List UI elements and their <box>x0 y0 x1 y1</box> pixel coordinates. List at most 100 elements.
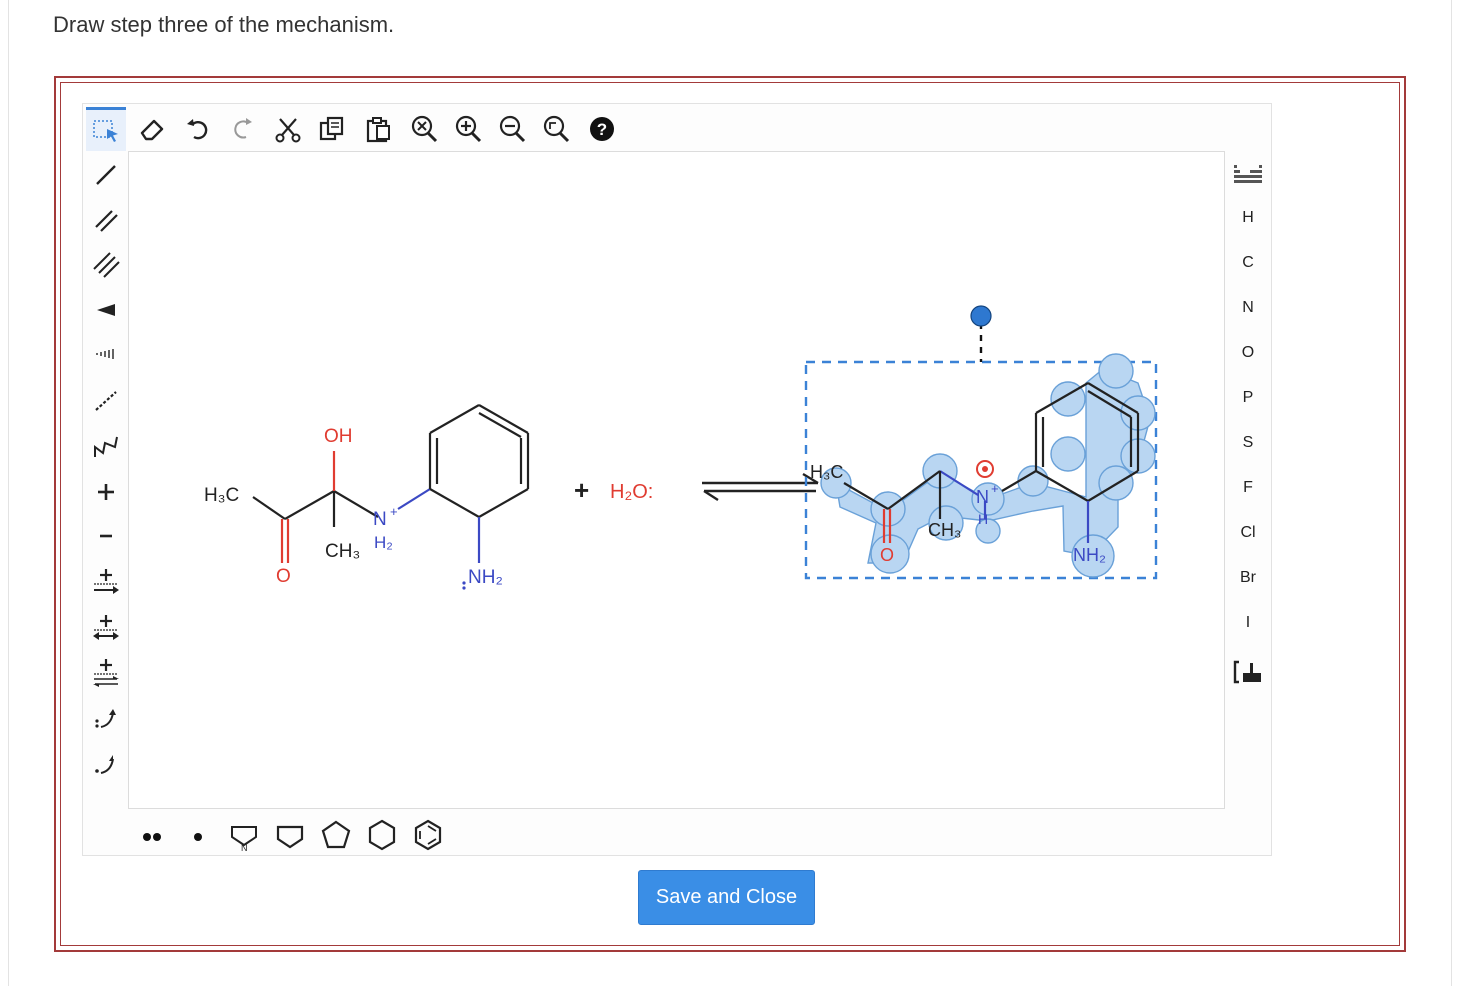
rotation-handle[interactable] <box>970 305 992 327</box>
copy-button[interactable] <box>312 107 352 151</box>
charge-marker-dot <box>982 466 988 472</box>
hash-bond-icon <box>96 349 114 359</box>
right-ch3-label: CH₃ <box>928 520 961 540</box>
right-h3c-label: H₃C <box>810 462 843 482</box>
triple-bond-tool[interactable] <box>84 244 128 284</box>
cut-button[interactable] <box>268 107 308 151</box>
save-and-close-button[interactable]: Save and Close <box>638 870 815 925</box>
zoom-reset-button[interactable] <box>404 107 444 151</box>
element-cl-button[interactable]: Cl <box>1226 513 1270 553</box>
double-bond-tool[interactable] <box>84 200 128 240</box>
positive-charge-icon <box>98 484 114 500</box>
cyclobutane-tool[interactable] <box>270 814 310 856</box>
zoom-fit-button[interactable] <box>536 107 576 151</box>
redo-button[interactable] <box>222 107 262 151</box>
equilibrium-arrow-icon <box>93 659 119 687</box>
hash-bond-tool[interactable] <box>84 334 128 374</box>
help-button[interactable]: ? <box>582 107 622 151</box>
wedge-bond-icon <box>97 304 115 316</box>
equilibrium-arrow <box>702 472 819 502</box>
zoom-in-button[interactable] <box>448 107 488 151</box>
left-n-plus-label: N <box>373 509 387 530</box>
bracket-icon <box>1233 660 1261 684</box>
radical-tool[interactable] <box>178 814 218 856</box>
element-o-button[interactable]: O <box>1226 333 1270 373</box>
benzene-tool[interactable] <box>408 814 448 856</box>
periodic-table-button[interactable] <box>1226 154 1270 194</box>
electron-pair-arrow-icon <box>95 709 116 728</box>
radical-icon <box>194 833 202 841</box>
dashed-bond-icon <box>95 391 117 411</box>
dashed-bond-tool[interactable] <box>84 380 128 420</box>
reaction-arrow-tool[interactable] <box>84 562 128 602</box>
lone-pair-tool[interactable] <box>132 814 172 856</box>
bracket-button[interactable] <box>1226 652 1270 692</box>
select-tool-button[interactable] <box>86 107 126 151</box>
select-icon <box>93 119 118 142</box>
single-bond-tool[interactable] <box>84 154 128 194</box>
reaction-arrow-icon <box>94 569 119 594</box>
negative-charge-tool[interactable] <box>84 516 128 556</box>
pyrrole-ring-icon: N <box>231 826 257 853</box>
element-p-button[interactable]: P <box>1226 378 1270 418</box>
left-h3c-label: H₃C <box>204 485 239 506</box>
zoom-fit-icon <box>543 115 570 143</box>
eraser-icon <box>140 119 164 141</box>
pyrrole-ring-tool[interactable]: N <box>224 814 264 856</box>
double-bond-icon <box>95 210 118 232</box>
cyclohexane-icon <box>368 819 396 851</box>
single-bond-icon <box>96 165 116 185</box>
zoom-out-icon <box>499 115 526 143</box>
left-nh2-label: NH₂ <box>468 567 503 588</box>
zoom-reset-icon <box>411 115 438 143</box>
periodic-table-icon <box>1234 165 1262 183</box>
undo-icon <box>187 119 208 140</box>
right-nh2-label: NH₂ <box>1073 545 1106 565</box>
cyclohexane-tool[interactable] <box>362 814 402 856</box>
eraser-button[interactable] <box>132 107 172 151</box>
left-ch3-label: CH₃ <box>325 541 360 562</box>
left-lone-pair-dot <box>462 586 466 590</box>
left-h2-label: H₂ <box>374 533 393 552</box>
left-n-charge-label: + <box>390 504 398 519</box>
triple-bond-icon <box>93 252 120 278</box>
undo-button[interactable] <box>178 107 218 151</box>
wedge-bond-tool[interactable] <box>84 290 128 330</box>
left-oh-label: OH <box>324 426 353 447</box>
single-electron-arrow-tool[interactable] <box>84 744 128 784</box>
bottom-toolbar: N <box>130 814 530 856</box>
equilibrium-arrow-tool[interactable] <box>84 654 128 694</box>
lone-pair-icon <box>143 833 161 841</box>
right-h-label: H <box>978 511 988 527</box>
element-f-button[interactable]: F <box>1226 468 1270 508</box>
resonance-arrow-tool[interactable] <box>84 608 128 648</box>
zoom-out-button[interactable] <box>492 107 532 151</box>
element-s-button[interactable]: S <box>1226 423 1270 463</box>
zoom-in-icon <box>455 115 482 143</box>
positive-charge-tool[interactable] <box>84 472 128 512</box>
left-o-label: O <box>276 566 291 587</box>
cyclopentane-tool[interactable] <box>316 814 356 856</box>
reagent-plus-label: + <box>574 475 589 505</box>
element-i-button[interactable]: I <box>1226 603 1270 643</box>
cut-icon <box>275 118 301 143</box>
right-n-plus-label: N <box>976 487 989 507</box>
reagent-water-label: H₂O: <box>610 481 653 503</box>
element-n-button[interactable]: N <box>1226 288 1270 328</box>
element-br-button[interactable]: Br <box>1226 558 1270 598</box>
chain-tool[interactable] <box>84 426 128 466</box>
question-prompt: Draw step three of the mechanism. <box>53 12 395 37</box>
cyclobutane-icon <box>276 825 304 849</box>
single-electron-arrow-icon <box>95 755 114 774</box>
help-icon: ? <box>590 117 614 141</box>
paste-button[interactable] <box>358 107 398 151</box>
top-toolbar: ? <box>86 107 1222 151</box>
element-c-button[interactable]: C <box>1226 243 1270 283</box>
negative-charge-icon <box>100 534 112 538</box>
element-h-button[interactable]: H <box>1226 198 1270 238</box>
resonance-arrow-icon <box>93 615 119 640</box>
benzene-icon <box>414 819 442 851</box>
electron-pair-arrow-tool[interactable] <box>84 698 128 738</box>
svg-text:N: N <box>241 843 248 853</box>
left-lone-pair-dot <box>462 581 466 585</box>
